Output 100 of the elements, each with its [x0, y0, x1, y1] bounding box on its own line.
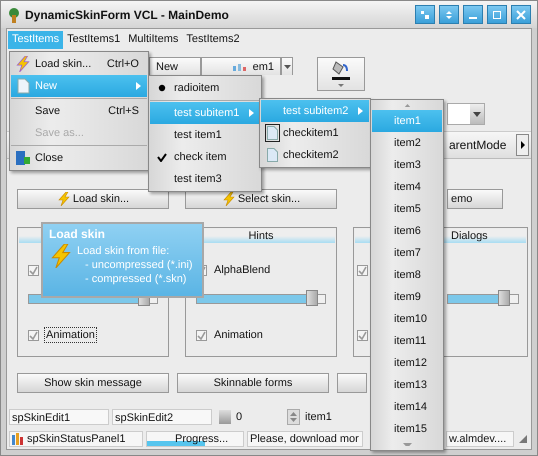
scroll-right-button[interactable]: [516, 134, 529, 156]
hint-text: Load skin from file:: [77, 244, 170, 258]
list-item[interactable]: item12: [372, 352, 442, 374]
fill-color-button[interactable]: [317, 57, 365, 91]
window-title: DynamicSkinForm VCL - MainDemo: [25, 8, 229, 22]
hint-title: Load skin: [49, 227, 106, 241]
checkbox-label: Animation: [44, 327, 97, 343]
menu-bar-item[interactable]: TestItems1: [63, 31, 124, 49]
action-button[interactable]: Select skin...: [185, 189, 337, 209]
paint-bucket-icon: [330, 59, 352, 89]
submenu-arrow-icon: [358, 107, 363, 115]
action-button[interactable]: emo: [447, 189, 503, 209]
radio-dot-icon: [158, 84, 166, 92]
form-button[interactable]: Skinnable forms: [177, 373, 329, 393]
list-item[interactable]: item5: [372, 198, 442, 220]
split-button[interactable]: em1: [201, 57, 281, 75]
pin-button[interactable]: [415, 5, 435, 24]
maximize-button[interactable]: [487, 5, 507, 24]
menu-item[interactable]: Save Ctrl+S: [11, 100, 147, 122]
menu-item[interactable]: Load skin... Ctrl+O: [11, 53, 147, 75]
shortcut-label: Ctrl+O: [106, 58, 139, 70]
list-item[interactable]: item4: [372, 176, 442, 198]
checkbox[interactable]: [28, 330, 39, 340]
form-button[interactable]: Show skin message: [17, 373, 169, 393]
group-title: Dialogs: [451, 230, 488, 242]
maximize-icon: [492, 10, 502, 20]
bolt-icon: [49, 244, 73, 268]
page-icon: [264, 146, 280, 164]
page-icon: [264, 124, 280, 142]
checkbox-label: Animation: [213, 328, 264, 343]
up-down-button[interactable]: [287, 409, 300, 425]
shortcut-label: Ctrl+S: [108, 105, 139, 117]
submenu-arrow-icon: [136, 82, 141, 90]
bolt-icon: [56, 192, 71, 206]
bolt-icon: [15, 56, 31, 72]
resize-grip-icon[interactable]: [519, 435, 527, 443]
checkbox[interactable]: [28, 264, 39, 276]
list-item[interactable]: item11: [372, 330, 442, 352]
arrow-right-icon: [520, 141, 524, 149]
action-button[interactable]: Load skin...: [17, 189, 169, 209]
menu-item[interactable]: test item3: [150, 168, 260, 190]
checkmark-icon: [157, 152, 167, 162]
list-item[interactable]: item8: [372, 264, 442, 286]
list-item[interactable]: item3: [372, 154, 442, 176]
list-item[interactable]: item7: [372, 242, 442, 264]
slider-thumb[interactable]: [498, 290, 510, 306]
input-field[interactable]: spSkinEdit2: [112, 409, 212, 425]
checkbox-label: AlphaBlend: [213, 263, 272, 278]
progress-label: Progress...: [175, 433, 228, 445]
menu-item[interactable]: Close: [11, 147, 147, 169]
group-title: Hints: [248, 230, 274, 242]
input-field[interactable]: spSkinEdit1: [9, 409, 109, 425]
status-message: Please, download mor: [247, 431, 363, 447]
bar-chart-icon: [12, 433, 24, 445]
page-icon: [16, 78, 30, 94]
arrow-down-icon: [290, 418, 297, 422]
close-button[interactable]: [511, 5, 531, 24]
squares-icon: [420, 10, 430, 20]
form-button[interactable]: [337, 373, 367, 393]
list-item[interactable]: item15: [372, 418, 442, 440]
rollup-button[interactable]: [439, 5, 459, 24]
list-item[interactable]: item6: [372, 220, 442, 242]
up-down-arrows-icon: [444, 10, 454, 20]
menu-item[interactable]: test item1: [150, 124, 260, 146]
menu-item[interactable]: checkitem1: [261, 122, 369, 144]
updown-field[interactable]: item1: [303, 409, 363, 425]
app-icon: [7, 6, 21, 22]
mode-label: arentMode: [449, 138, 506, 152]
bolt-icon: [222, 192, 236, 206]
caret-icon: [473, 112, 481, 116]
new-button[interactable]: New: [149, 57, 201, 75]
submenu-arrow-icon: [249, 109, 254, 117]
minimize-button[interactable]: [463, 5, 483, 24]
dropdown-button[interactable]: [281, 57, 293, 75]
menu-bar-item[interactable]: MultiItems: [124, 31, 182, 49]
hint-text: - compressed (*.skn): [85, 272, 188, 286]
checkbox[interactable]: [196, 330, 207, 340]
menu-bar-item[interactable]: TestItems2: [182, 31, 244, 49]
door-icon: [15, 150, 31, 166]
checkbox[interactable]: [357, 330, 368, 340]
list-item[interactable]: item9: [372, 286, 442, 308]
list-item[interactable]: item14: [372, 396, 442, 418]
slider-thumb[interactable]: [306, 290, 318, 306]
hint-text: - uncompressed (*.ini): [85, 258, 193, 272]
menu-item[interactable]: checkitem2: [261, 144, 369, 166]
spin-field[interactable]: 0: [234, 409, 284, 425]
scroll-up-icon[interactable]: [402, 104, 412, 107]
arrow-up-icon: [290, 412, 297, 416]
list-item[interactable]: item13: [372, 374, 442, 396]
menu-item[interactable]: check item: [150, 146, 260, 168]
list-item[interactable]: item10: [372, 308, 442, 330]
list-item[interactable]: item2: [372, 132, 442, 154]
spin-button[interactable]: [219, 410, 231, 424]
status-panel: spSkinStatusPanel1: [9, 431, 143, 447]
scroll-down-icon[interactable]: [402, 443, 412, 446]
checkbox[interactable]: [357, 264, 368, 276]
menu-item[interactable]: radioitem: [150, 77, 260, 99]
close-icon: [516, 10, 526, 20]
combo-box[interactable]: [447, 103, 485, 125]
caret-icon: [284, 64, 290, 68]
